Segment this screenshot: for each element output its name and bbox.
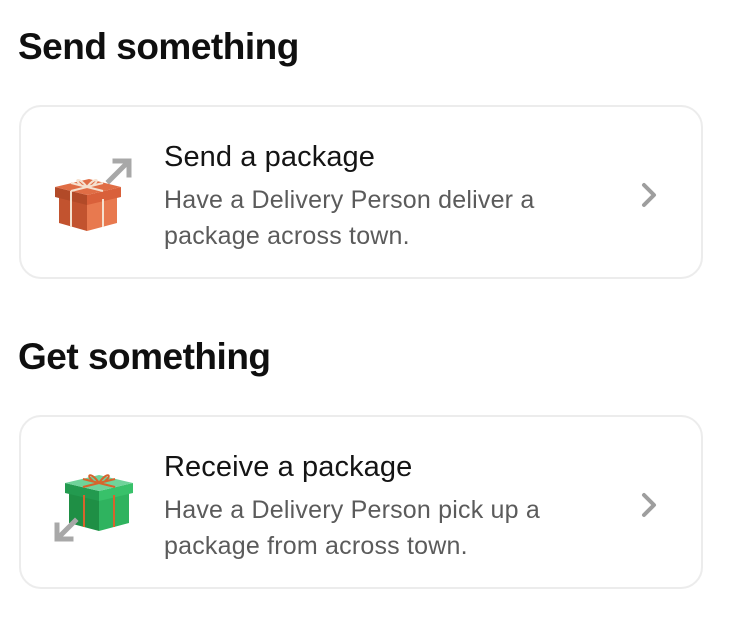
receive-package-description: Have a Delivery Person pick up a package… bbox=[164, 496, 541, 560]
send-package-description: Have a Delivery Person deliver a package… bbox=[164, 186, 535, 250]
get-section-title: Get something bbox=[18, 336, 271, 377]
chevron-right-icon bbox=[642, 493, 656, 517]
send-package-card[interactable]: Send a package Have a Delivery Person de… bbox=[19, 105, 703, 279]
receive-package-card[interactable]: Receive a package Have a Delivery Person… bbox=[19, 415, 703, 589]
send-package-title: Send a package bbox=[164, 141, 376, 173]
send-section-title: Send something bbox=[18, 26, 299, 67]
receive-package-title: Receive a package bbox=[164, 451, 413, 483]
package-options-page: Send something Send a package Have a Del… bbox=[0, 0, 736, 621]
gift-box-incoming-icon bbox=[54, 474, 133, 542]
gift-box-outgoing-icon bbox=[55, 158, 132, 231]
chevron-right-icon bbox=[642, 183, 656, 207]
